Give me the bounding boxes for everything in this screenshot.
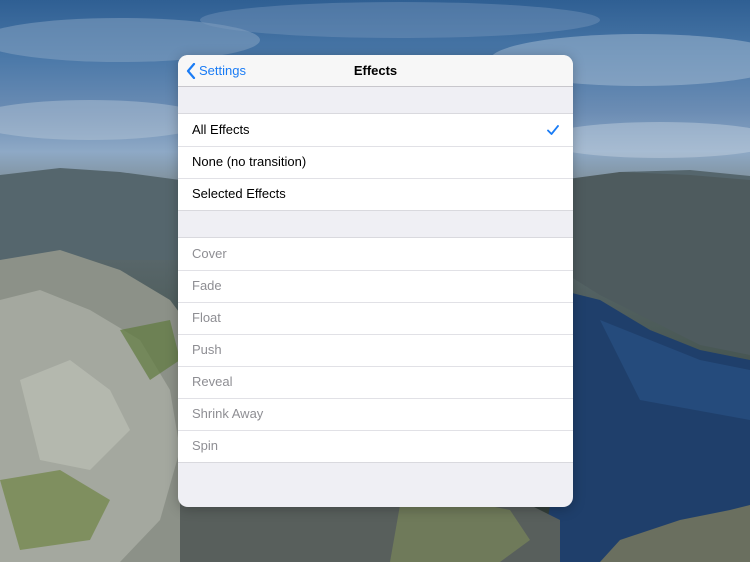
back-button-label: Settings [199, 63, 246, 78]
option-label: Selected Effects [192, 186, 286, 201]
effect-label: Cover [192, 246, 227, 261]
transition-mode-list: All Effects None (no transition) Selecte… [178, 113, 573, 211]
chevron-left-icon [186, 62, 196, 79]
effect-shrink-away: Shrink Away [178, 398, 573, 430]
effect-spin: Spin [178, 430, 573, 462]
back-button[interactable]: Settings [186, 55, 246, 86]
home-screen: Settings Effects All Effects None (no tr… [0, 0, 750, 562]
effects-popover: Settings Effects All Effects None (no tr… [178, 55, 573, 507]
checkmark-icon [547, 114, 559, 146]
effects-list: Cover Fade Float Push Reveal Shrink Away… [178, 237, 573, 463]
effect-label: Reveal [192, 374, 233, 389]
option-selected-effects[interactable]: Selected Effects [178, 178, 573, 210]
effect-reveal: Reveal [178, 366, 573, 398]
effect-label: Fade [192, 278, 222, 293]
effect-label: Push [192, 342, 222, 357]
option-all-effects[interactable]: All Effects [178, 114, 573, 146]
option-none[interactable]: None (no transition) [178, 146, 573, 178]
option-label: All Effects [192, 122, 250, 137]
effect-label: Spin [192, 438, 219, 453]
effect-label: Shrink Away [192, 406, 264, 421]
option-label: None (no transition) [192, 154, 307, 169]
navigation-bar: Settings Effects [178, 55, 573, 87]
effect-fade: Fade [178, 270, 573, 302]
effect-float: Float [178, 302, 573, 334]
effect-label: Float [192, 310, 221, 325]
effect-push: Push [178, 334, 573, 366]
effect-cover: Cover [178, 238, 573, 270]
